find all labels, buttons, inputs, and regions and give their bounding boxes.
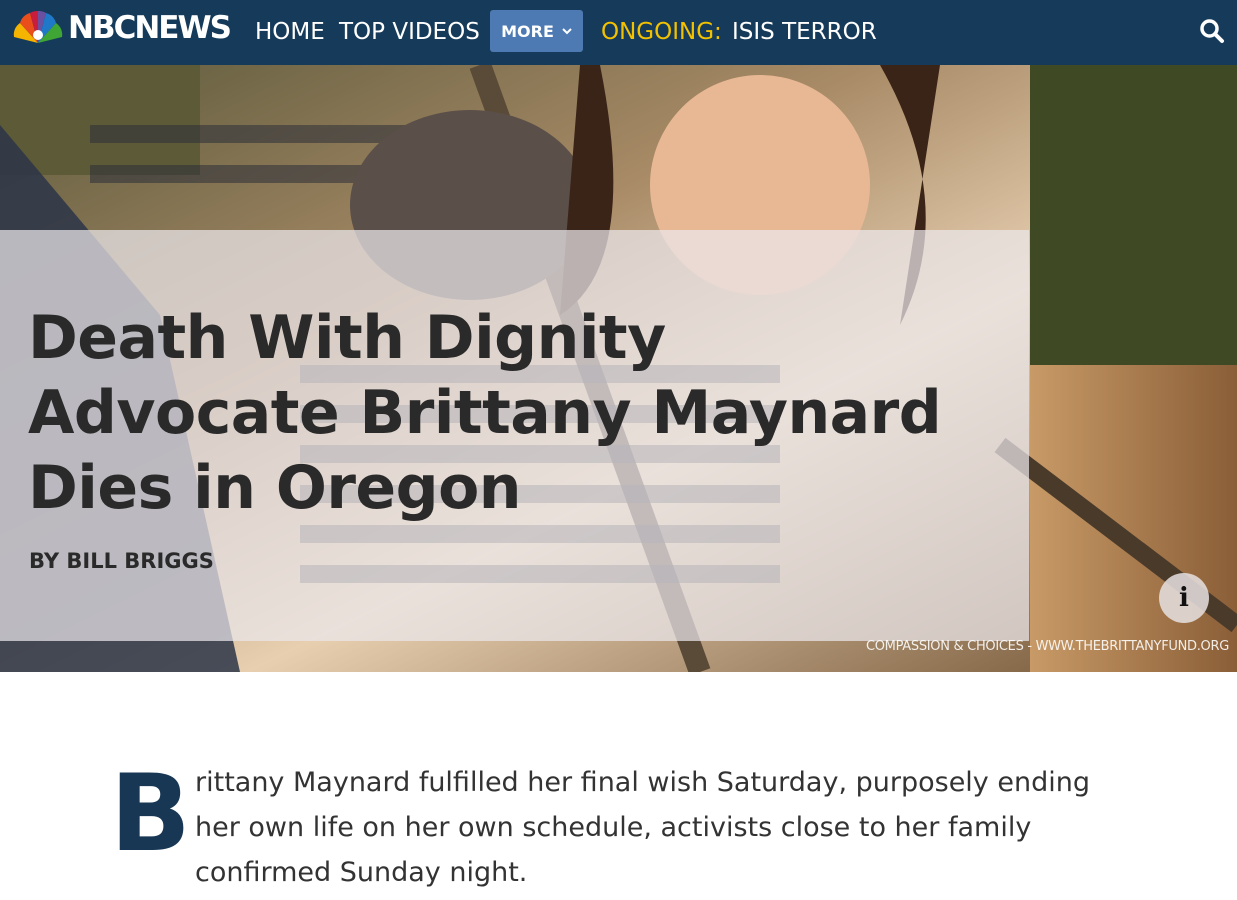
search-icon[interactable]	[1199, 18, 1225, 44]
photo-credit: COMPASSION & CHOICES - WWW.THEBRITTANYFU…	[865, 639, 1229, 654]
more-button-label: MORE	[501, 21, 554, 41]
chevron-down-icon	[562, 27, 572, 34]
more-menu-button[interactable]: MORE	[490, 10, 583, 52]
ongoing-topic-link[interactable]: ISIS TERROR	[732, 18, 877, 46]
article-byline[interactable]: BY BILL BRIGGS	[29, 548, 214, 574]
article-lede-paragraph: rittany Maynard fulfilled her final wish…	[195, 767, 1090, 888]
nav-home-link[interactable]: HOME	[255, 18, 325, 46]
hero-image: Death With Dignity Advocate Brittany May…	[0, 65, 1237, 672]
article-headline: Death With Dignity Advocate Brittany May…	[28, 303, 942, 523]
nbc-peacock-icon	[13, 10, 63, 43]
ongoing-label: ONGOING:	[601, 19, 722, 45]
nbc-news-logo[interactable]: NBCNEWS	[12, 8, 232, 48]
photo-info-button[interactable]: i	[1159, 573, 1209, 623]
top-nav-bar: NBCNEWS HOME TOP VIDEOS MORE ONGOING: IS…	[0, 0, 1237, 65]
logo-wordmark: NBCNEWS	[68, 9, 232, 46]
drop-cap-letter: B	[110, 752, 191, 875]
nav-top-videos-link[interactable]: TOP VIDEOS	[339, 18, 480, 46]
info-icon: i	[1179, 583, 1189, 613]
